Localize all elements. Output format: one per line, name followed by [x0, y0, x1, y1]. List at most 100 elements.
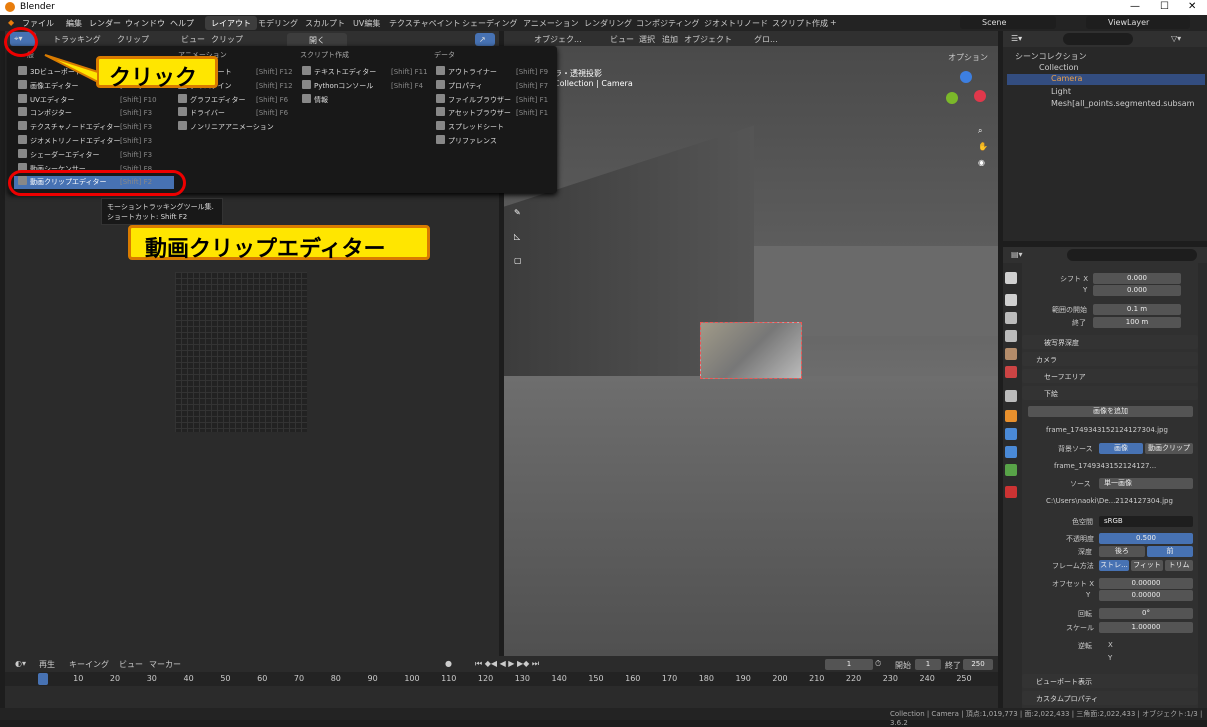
bg-source-clip-button[interactable]: 動画クリップ	[1145, 443, 1193, 454]
menu-render[interactable]: レンダー	[89, 18, 121, 29]
tool-tab-icon[interactable]	[1005, 272, 1017, 284]
camera-background-image[interactable]	[700, 322, 802, 379]
tab-animation[interactable]: アニメーション	[517, 16, 585, 30]
flip-y-checkbox[interactable]: Y	[1108, 654, 1112, 662]
frame-method-fit-button[interactable]: フィット	[1131, 560, 1163, 571]
clip-menu[interactable]: クリップ	[211, 34, 243, 45]
mode-dropdown[interactable]: オブジェク...	[534, 34, 582, 45]
tracking-mode-dropdown[interactable]: トラッキング	[53, 34, 101, 45]
section-depth-of-field[interactable]: 被写界深度	[1022, 335, 1198, 349]
frame-method-crop-button[interactable]: トリム	[1165, 560, 1193, 571]
tab-sculpt[interactable]: スカルプト	[299, 16, 351, 30]
menu-item-data-1[interactable]: プロパティ	[432, 79, 483, 93]
properties-editor-icon[interactable]: ▤▾	[1011, 250, 1023, 259]
output-tab-icon[interactable]	[1005, 312, 1017, 324]
view-layer-tab-icon[interactable]	[1005, 330, 1017, 342]
outliner-item-light[interactable]: Light	[1051, 87, 1071, 96]
source-dropdown[interactable]: 単一画像	[1099, 478, 1193, 489]
3d-viewport[interactable]: ラ・透視投影 Collection | Camera オプション ⌕ ✋ ◉ ✎…	[504, 46, 998, 656]
end-frame-field[interactable]: 250	[963, 659, 993, 670]
scene-selector[interactable]: Scene	[960, 16, 1056, 29]
tab-compositing[interactable]: コンポジティング	[630, 16, 706, 30]
menu-edit[interactable]: 編集	[66, 18, 82, 29]
menu-item-scripting-2[interactable]: 情報	[298, 93, 328, 107]
section-safe-area[interactable]: セーフエリア	[1022, 369, 1198, 383]
timeline-view-menu[interactable]: ビュー	[119, 659, 143, 670]
modifier-tab-icon[interactable]	[1005, 428, 1017, 440]
camera-view-icon[interactable]: ◉	[978, 158, 985, 167]
camera-data-tab-icon[interactable]	[1005, 464, 1017, 476]
maximize-button[interactable]: ☐	[1160, 1, 1169, 12]
section-custom-properties[interactable]: カスタムプロパティ	[1022, 691, 1198, 705]
image-datablock-name[interactable]: frame_1749343152124127...	[1054, 462, 1156, 470]
menu-item-animation-3[interactable]: ドライバー	[174, 107, 225, 120]
menu-window[interactable]: ウィンドウ	[125, 18, 165, 29]
section-camera[interactable]: カメラ	[1022, 352, 1198, 366]
outliner-item-collection[interactable]: Collection	[1025, 63, 1205, 72]
opacity-slider[interactable]: 0.500	[1099, 533, 1193, 544]
viewport-view-menu[interactable]: ビュー	[610, 34, 634, 45]
keying-menu[interactable]: キーイング	[69, 659, 109, 670]
tab-texture-paint[interactable]: テクスチャペイント	[383, 16, 467, 30]
depth-back-button[interactable]: 後ろ	[1099, 546, 1145, 557]
depth-front-button[interactable]: 前	[1147, 546, 1193, 557]
blender-menu-icon[interactable]: ◆	[8, 18, 14, 27]
viewport-options-button[interactable]: オプション	[948, 52, 988, 63]
rotation-field[interactable]: 0°	[1099, 608, 1193, 619]
clip-view-dropdown[interactable]: クリップ	[117, 34, 149, 45]
texture-tab-icon[interactable]	[1005, 486, 1017, 498]
add-workspace-button[interactable]: +	[824, 16, 843, 30]
measure-tool-icon[interactable]: ◺	[514, 232, 520, 241]
bg-source-image-button[interactable]: 画像	[1099, 443, 1143, 454]
section-background-images[interactable]: 下絵	[1022, 386, 1198, 400]
menu-item-data-2[interactable]: ファイルブラウザー	[432, 93, 511, 107]
clip-end-field[interactable]: 100 m	[1093, 317, 1181, 328]
playhead[interactable]	[38, 673, 48, 685]
menu-item-data-0[interactable]: アウトライナー	[432, 66, 497, 79]
menu-item-data-4[interactable]: スプレッドシート	[432, 121, 504, 134]
colorspace-dropdown[interactable]: sRGB	[1099, 516, 1193, 527]
marker-menu[interactable]: マーカー	[149, 659, 181, 670]
tab-uv[interactable]: UV編集	[347, 16, 386, 30]
timeline-editor-icon[interactable]: ◐▾	[15, 659, 26, 668]
current-frame-field[interactable]: 1	[825, 659, 873, 670]
menu-item-scripting-0[interactable]: テキストエディター	[298, 66, 376, 79]
tab-modeling[interactable]: モデリング	[252, 16, 304, 30]
axis-z-gizmo-icon[interactable]	[960, 71, 972, 83]
scene-tab-icon[interactable]	[1005, 348, 1017, 360]
shift-x-field[interactable]: 0.000	[1093, 273, 1181, 284]
image-path-field[interactable]: C:\Users\naoki\De...2124127304.jpg	[1046, 497, 1173, 505]
add-image-button[interactable]: 画像を追加	[1028, 406, 1193, 417]
playback-menu[interactable]: 再生	[39, 659, 55, 670]
collection-tab-icon[interactable]	[1005, 390, 1017, 402]
pan-hand-icon[interactable]: ✋	[978, 142, 988, 151]
tab-layout[interactable]: レイアウト	[205, 16, 257, 30]
offset-x-field[interactable]: 0.00000	[1099, 578, 1193, 589]
scene-collection-label[interactable]: シーンコレクション	[1015, 51, 1087, 62]
frame-method-stretch-button[interactable]: ストレ...	[1099, 560, 1129, 571]
axis-x-gizmo-icon[interactable]	[974, 90, 986, 102]
outliner-item-camera[interactable]: Camera	[1007, 74, 1205, 85]
tab-shading[interactable]: シェーディング	[456, 16, 523, 30]
filter-icon[interactable]: ▽▾	[1171, 34, 1181, 43]
properties-search-input[interactable]	[1067, 249, 1197, 261]
clip-start-field[interactable]: 0.1 m	[1093, 304, 1181, 315]
physics-tab-icon[interactable]	[1005, 446, 1017, 458]
offset-y-field[interactable]: 0.00000	[1099, 590, 1193, 601]
record-button-icon[interactable]: ●	[445, 659, 452, 668]
menu-item-scripting-1[interactable]: Pythonコンソール	[298, 79, 373, 93]
shift-y-field[interactable]: 0.000	[1093, 285, 1181, 296]
outliner-item-mesh[interactable]: Mesh[all_points.segmented.subsam	[1051, 99, 1194, 108]
minimize-button[interactable]: —	[1130, 1, 1140, 12]
add-cube-tool-icon[interactable]: ▢	[514, 256, 522, 265]
playback-controls[interactable]: ⏮ ◆◀ ◀ ▶ ▶◆ ⏭	[475, 659, 539, 669]
close-button[interactable]: ✕	[1188, 1, 1196, 12]
view-layer-selector[interactable]: ViewLayer	[1086, 16, 1190, 29]
tab-rendering[interactable]: レンダリング	[578, 16, 638, 30]
view-menu[interactable]: ビュー	[181, 34, 205, 45]
zoom-icon[interactable]: ⌕	[978, 126, 982, 136]
outliner-editor-icon[interactable]: ☰▾	[1011, 34, 1022, 43]
flip-x-checkbox[interactable]: X	[1108, 641, 1113, 649]
axis-y-gizmo-icon[interactable]	[946, 92, 958, 104]
world-tab-icon[interactable]	[1005, 366, 1017, 378]
